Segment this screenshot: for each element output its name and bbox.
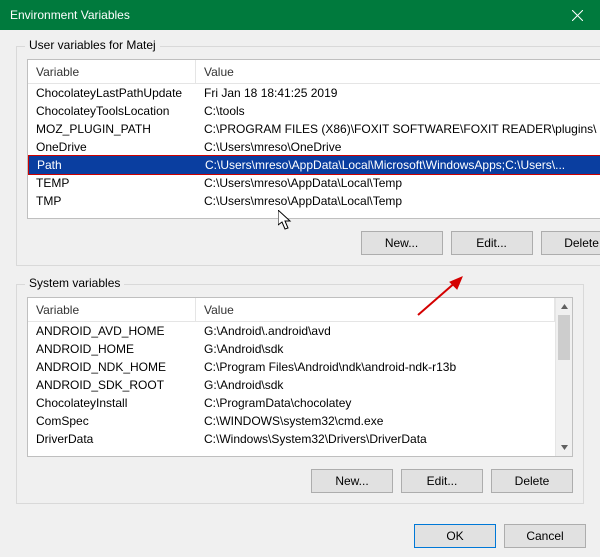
table-row[interactable]: ANDROID_NDK_HOMEC:\Program Files\Android…: [28, 358, 555, 376]
cell-variable: ChocolateyInstall: [28, 396, 196, 410]
table-row[interactable]: ANDROID_SDK_ROOTG:\Android\sdk: [28, 376, 555, 394]
cell-variable: OneDrive: [28, 140, 196, 154]
system-variables-group: System variables Variable Value ANDROID_…: [16, 284, 584, 504]
col-header-variable[interactable]: Variable: [28, 298, 196, 321]
scroll-thumb[interactable]: [558, 315, 570, 360]
system-delete-button[interactable]: Delete: [491, 469, 573, 493]
cell-variable: TEMP: [28, 176, 196, 190]
user-variables-rows: ChocolateyLastPathUpdateFri Jan 18 18:41…: [28, 84, 600, 210]
table-row[interactable]: DriverDataC:\Windows\System32\Drivers\Dr…: [28, 430, 555, 448]
system-new-button[interactable]: New...: [311, 469, 393, 493]
cell-value: C:\tools: [196, 104, 600, 118]
user-vars-buttons: New... Edit... Delete: [27, 231, 600, 255]
cell-value: C:\Users\mreso\AppData\Local\Temp: [196, 194, 600, 208]
cell-value: C:\Users\mreso\OneDrive: [196, 140, 600, 154]
col-header-value[interactable]: Value: [196, 60, 600, 83]
table-row[interactable]: TEMPC:\Users\mreso\AppData\Local\Temp: [28, 174, 600, 192]
cell-value: Fri Jan 18 18:41:25 2019: [196, 86, 600, 100]
cell-value: C:\Users\mreso\AppData\Local\Temp: [196, 176, 600, 190]
table-row[interactable]: PathC:\Users\mreso\AppData\Local\Microso…: [28, 155, 600, 175]
cell-variable: ChocolateyLastPathUpdate: [28, 86, 196, 100]
system-variables-list[interactable]: Variable Value ANDROID_AVD_HOMEG:\Androi…: [27, 297, 573, 457]
system-vars-buttons: New... Edit... Delete: [27, 469, 573, 493]
scroll-down-icon[interactable]: [556, 439, 573, 456]
cell-variable: ComSpec: [28, 414, 196, 428]
cell-variable: Path: [29, 158, 197, 172]
table-row[interactable]: ChocolateyLastPathUpdateFri Jan 18 18:41…: [28, 84, 600, 102]
user-variables-list[interactable]: Variable Value ChocolateyLastPathUpdateF…: [27, 59, 600, 219]
system-vars-scrollbar[interactable]: [555, 298, 572, 456]
cell-variable: ANDROID_HOME: [28, 342, 196, 356]
cell-value: G:\Android\sdk: [196, 378, 555, 392]
window-title: Environment Variables: [10, 8, 130, 22]
table-row[interactable]: ChocolateyInstallC:\ProgramData\chocolat…: [28, 394, 555, 412]
cancel-button[interactable]: Cancel: [504, 524, 586, 548]
table-row[interactable]: ANDROID_AVD_HOMEG:\Android\.android\avd: [28, 322, 555, 340]
cell-variable: MOZ_PLUGIN_PATH: [28, 122, 196, 136]
close-icon: [572, 10, 583, 21]
user-edit-button[interactable]: Edit...: [451, 231, 533, 255]
dialog-buttons: OK Cancel: [0, 514, 600, 548]
user-delete-button[interactable]: Delete: [541, 231, 600, 255]
close-button[interactable]: [555, 0, 600, 30]
cell-value: G:\Android\.android\avd: [196, 324, 555, 338]
system-variables-rows: ANDROID_AVD_HOMEG:\Android\.android\avdA…: [28, 322, 555, 448]
ok-button[interactable]: OK: [414, 524, 496, 548]
cell-variable: ChocolateyToolsLocation: [28, 104, 196, 118]
cell-value: C:\Windows\System32\Drivers\DriverData: [196, 432, 555, 446]
table-row[interactable]: OneDriveC:\Users\mreso\OneDrive: [28, 138, 600, 156]
user-variables-group: User variables for Matej Variable Value …: [16, 46, 600, 266]
list-header: Variable Value: [28, 298, 555, 322]
cell-value: C:\Users\mreso\AppData\Local\Microsoft\W…: [197, 158, 600, 172]
cell-variable: ANDROID_SDK_ROOT: [28, 378, 196, 392]
cell-value: G:\Android\sdk: [196, 342, 555, 356]
table-row[interactable]: TMPC:\Users\mreso\AppData\Local\Temp: [28, 192, 600, 210]
cell-variable: DriverData: [28, 432, 196, 446]
table-row[interactable]: ChocolateyToolsLocationC:\tools: [28, 102, 600, 120]
cell-value: C:\WINDOWS\system32\cmd.exe: [196, 414, 555, 428]
user-new-button[interactable]: New...: [361, 231, 443, 255]
table-row[interactable]: ComSpecC:\WINDOWS\system32\cmd.exe: [28, 412, 555, 430]
list-header: Variable Value: [28, 60, 600, 84]
user-variables-label: User variables for Matej: [25, 38, 160, 52]
cell-variable: TMP: [28, 194, 196, 208]
col-header-value[interactable]: Value: [196, 298, 555, 321]
system-variables-label: System variables: [25, 276, 124, 290]
table-row[interactable]: ANDROID_HOMEG:\Android\sdk: [28, 340, 555, 358]
scroll-track[interactable]: [556, 315, 572, 439]
system-edit-button[interactable]: Edit...: [401, 469, 483, 493]
cell-value: C:\PROGRAM FILES (X86)\FOXIT SOFTWARE\FO…: [196, 122, 600, 136]
cell-variable: ANDROID_NDK_HOME: [28, 360, 196, 374]
scroll-up-icon[interactable]: [556, 298, 573, 315]
col-header-variable[interactable]: Variable: [28, 60, 196, 83]
table-row[interactable]: MOZ_PLUGIN_PATHC:\PROGRAM FILES (X86)\FO…: [28, 120, 600, 138]
cell-value: C:\Program Files\Android\ndk\android-ndk…: [196, 360, 555, 374]
cell-variable: ANDROID_AVD_HOME: [28, 324, 196, 338]
titlebar: Environment Variables: [0, 0, 600, 30]
cell-value: C:\ProgramData\chocolatey: [196, 396, 555, 410]
